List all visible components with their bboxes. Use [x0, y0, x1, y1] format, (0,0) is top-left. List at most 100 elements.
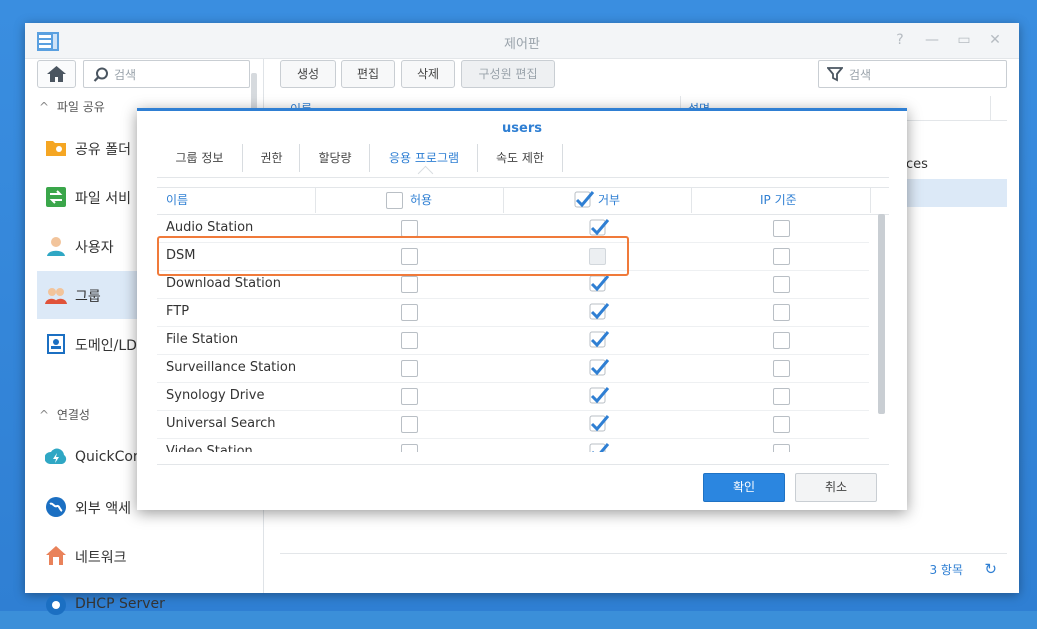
column-divider	[691, 187, 692, 213]
minimize-icon[interactable]: —	[923, 32, 941, 48]
tab-quota[interactable]: 할당량	[299, 144, 370, 172]
window-title: 제어판	[504, 37, 540, 52]
title-bar[interactable]: 제어판 ? — ▭ ✕	[25, 23, 1019, 59]
allow-checkbox[interactable]	[401, 444, 418, 452]
allow-checkbox[interactable]	[401, 220, 418, 237]
sidebar-item-label: 공유 폴더	[75, 142, 131, 158]
delete-button[interactable]: 삭제	[401, 60, 455, 88]
ip-checkbox[interactable]	[773, 360, 790, 377]
column-divider	[870, 187, 871, 213]
dhcp-server-icon	[46, 595, 66, 615]
deny-checkbox-checked[interactable]	[589, 384, 611, 404]
deny-all-checkbox[interactable]	[574, 189, 596, 209]
column-divider	[315, 187, 316, 213]
refresh-icon[interactable]: ↻	[984, 560, 997, 578]
network-icon	[46, 546, 66, 565]
ip-checkbox[interactable]	[773, 416, 790, 433]
list-item[interactable]: Surveillance Station	[157, 354, 869, 383]
section-label: 연결성	[56, 408, 90, 422]
create-button[interactable]: 생성	[280, 60, 336, 88]
deny-checkbox-checked[interactable]	[589, 216, 611, 236]
edit-members-button[interactable]: 구성원 편집	[461, 60, 555, 88]
deny-checkbox-checked[interactable]	[589, 356, 611, 376]
sidebar-item-label: DHCP Server	[75, 596, 165, 612]
tab-permissions[interactable]: 권한	[242, 144, 300, 172]
ip-checkbox[interactable]	[773, 248, 790, 265]
allow-checkbox[interactable]	[401, 304, 418, 321]
ip-checkbox[interactable]	[773, 444, 790, 452]
allow-all-checkbox[interactable]	[386, 192, 403, 209]
deny-checkbox-checked[interactable]	[589, 300, 611, 320]
row-description: ces	[906, 157, 928, 172]
ok-button[interactable]: 확인	[703, 473, 785, 502]
column-app-name[interactable]: 이름	[166, 187, 188, 213]
list-item[interactable]: FTP	[157, 298, 869, 327]
section-connectivity[interactable]: ^ 연결성	[39, 406, 90, 423]
ip-checkbox[interactable]	[773, 304, 790, 321]
allow-checkbox[interactable]	[401, 388, 418, 405]
column-divider	[990, 96, 991, 120]
column-deny: 거부	[598, 193, 621, 207]
tab-group-info[interactable]: 그룹 정보	[157, 144, 242, 172]
right-search-input[interactable]: 검색	[818, 60, 1007, 88]
allow-checkbox[interactable]	[401, 360, 418, 377]
sidebar-item-label: 도메인/LD	[75, 338, 137, 354]
ip-checkbox[interactable]	[773, 276, 790, 293]
list-item[interactable]: Video Station	[157, 438, 869, 452]
app-name: Audio Station	[166, 220, 254, 235]
allow-checkbox[interactable]	[401, 276, 418, 293]
app-name: File Station	[166, 332, 239, 347]
search-placeholder: 검색	[114, 68, 137, 82]
left-search-input[interactable]: 검색	[83, 60, 250, 88]
close-icon[interactable]: ✕	[986, 32, 1004, 48]
sidebar-item-network[interactable]: 네트워크	[37, 532, 263, 580]
app-name: Synology Drive	[166, 388, 265, 403]
item-count: 3 항목	[929, 563, 963, 577]
list-scrollbar[interactable]	[878, 214, 885, 414]
dialog-title: users	[502, 121, 542, 136]
tabs-divider	[157, 177, 889, 178]
deny-checkbox-checked[interactable]	[589, 328, 611, 348]
home-icon	[47, 66, 66, 82]
ip-checkbox[interactable]	[773, 220, 790, 237]
edit-button[interactable]: 편집	[341, 60, 395, 88]
allow-checkbox[interactable]	[401, 416, 418, 433]
tab-speed-limit[interactable]: 속도 제한	[477, 144, 563, 172]
maximize-icon[interactable]: ▭	[955, 32, 973, 48]
list-item[interactable]: Synology Drive	[157, 382, 869, 411]
sidebar-item-label: QuickCon	[75, 449, 142, 465]
dialog-divider	[157, 464, 889, 465]
cancel-button[interactable]: 취소	[795, 473, 877, 502]
search-placeholder: 검색	[849, 68, 872, 82]
deny-checkbox-checked[interactable]	[589, 412, 611, 432]
domain-ldap-icon	[47, 334, 65, 354]
sidebar-item-label: 외부 액세	[75, 501, 131, 517]
folder-share-icon	[46, 141, 66, 156]
search-icon	[93, 67, 108, 82]
ip-checkbox[interactable]	[773, 388, 790, 405]
grid-footer: 3 항목 ↻	[280, 553, 1007, 584]
help-icon[interactable]: ?	[891, 32, 909, 48]
section-label: 파일 공유	[56, 100, 105, 114]
dsm-row-highlight	[157, 236, 629, 276]
quickconnect-icon	[45, 448, 67, 464]
sidebar-item-label: 네트워크	[75, 550, 127, 566]
app-name: Download Station	[166, 276, 281, 291]
list-item[interactable]: Universal Search	[157, 410, 869, 439]
allow-checkbox[interactable]	[401, 332, 418, 349]
list-item[interactable]: File Station	[157, 326, 869, 355]
user-icon	[47, 237, 65, 256]
app-name: Surveillance Station	[166, 360, 297, 375]
sidebar-item-label: 그룹	[75, 289, 101, 305]
chevron-up-icon: ^	[39, 100, 50, 114]
app-name: Video Station	[166, 444, 253, 452]
column-ip-based[interactable]: IP 기준	[760, 187, 797, 213]
home-button[interactable]	[37, 60, 76, 88]
column-allow: 허용	[410, 193, 433, 207]
section-file-sharing[interactable]: ^ 파일 공유	[39, 98, 105, 115]
ip-checkbox[interactable]	[773, 332, 790, 349]
deny-checkbox-checked[interactable]	[589, 440, 611, 452]
column-divider	[503, 187, 504, 213]
sidebar-item-label: 파일 서비	[75, 191, 131, 207]
sidebar-item-dhcp-server[interactable]: DHCP Server	[37, 581, 263, 629]
